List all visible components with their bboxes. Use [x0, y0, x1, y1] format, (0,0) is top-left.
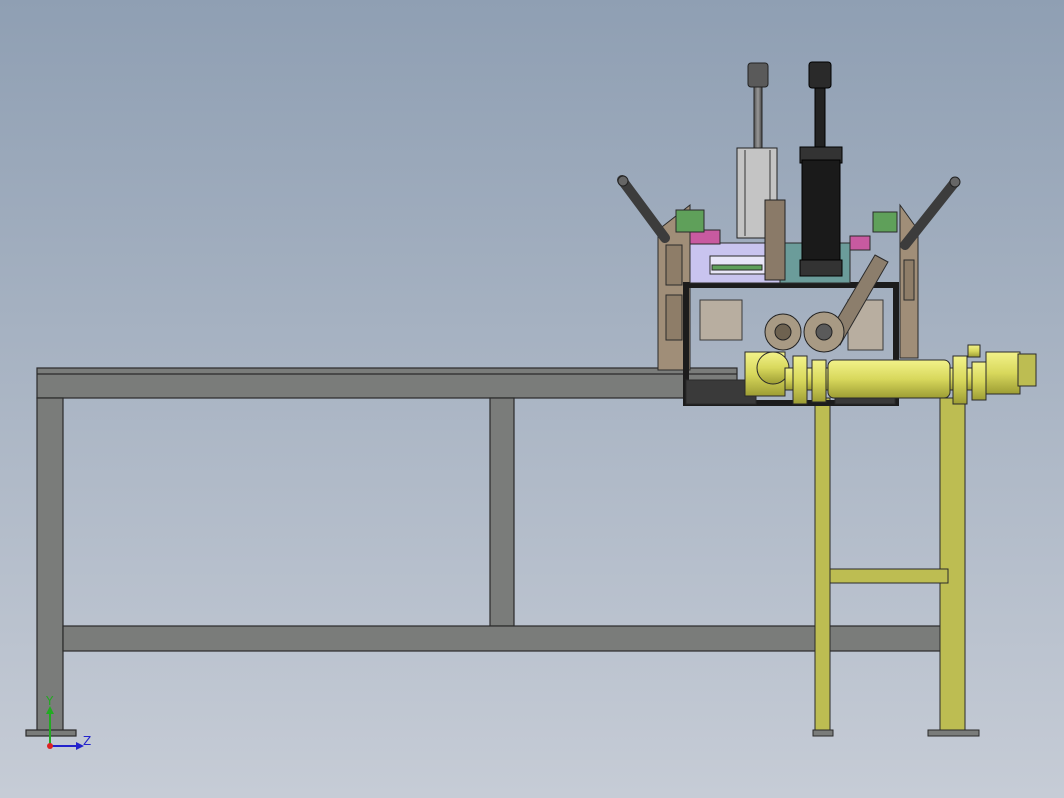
actuator-right-rod [814, 84, 826, 156]
gear-disc-right[interactable] [803, 311, 845, 353]
gear-left-inner [774, 323, 792, 341]
cylinder-end-cap [985, 351, 1021, 395]
stand-foot-left [812, 729, 834, 737]
guide-rod-right-tip [949, 176, 961, 188]
green-sensor-right [872, 211, 898, 233]
stand-leg-left [814, 397, 831, 735]
triad-origin [47, 743, 53, 749]
cylinder-collar-4 [971, 361, 987, 401]
table-top-rail [36, 367, 738, 399]
table-lower-rail [62, 625, 944, 652]
left-plate-window [665, 244, 683, 286]
actuator-left-cap [747, 62, 769, 88]
cylinder-collar-2 [811, 359, 827, 403]
actuator-right-base [799, 259, 843, 277]
stand-leg-right [939, 397, 966, 735]
cylinder-top-fitting [967, 344, 981, 358]
triad-z-label: Z [83, 734, 91, 748]
right-plate-window [903, 259, 915, 301]
actuator-left-mount [764, 199, 786, 281]
cylinder-collar-3 [952, 355, 968, 405]
cylinder-collar-1 [792, 355, 808, 405]
triad-y-label: Y [45, 694, 54, 708]
plate-green-bar [711, 264, 763, 271]
cylinder-left-wheel [756, 351, 790, 385]
actuator-right-body [801, 159, 841, 273]
stand-foot-right [927, 729, 980, 737]
table-leg-middle [489, 397, 515, 627]
viewport-background [0, 0, 1064, 798]
guide-rod-left-tip [617, 175, 629, 187]
cylinder-end-plate [1017, 353, 1037, 387]
actuator-left-rod [753, 84, 763, 156]
stand-crossbar [829, 568, 949, 584]
actuator-right-cap [808, 61, 832, 89]
green-sensor-left [675, 209, 705, 233]
cylinder-barrel [827, 359, 951, 399]
cad-viewport[interactable]: Y Z [0, 0, 1064, 798]
left-plate-window-2 [665, 294, 683, 341]
table-leg-left [36, 397, 64, 733]
pink-clamp-right [849, 235, 871, 251]
gear-disc-left[interactable] [764, 313, 802, 351]
gear-right-inner [815, 323, 833, 341]
inner-window-left [699, 299, 743, 341]
